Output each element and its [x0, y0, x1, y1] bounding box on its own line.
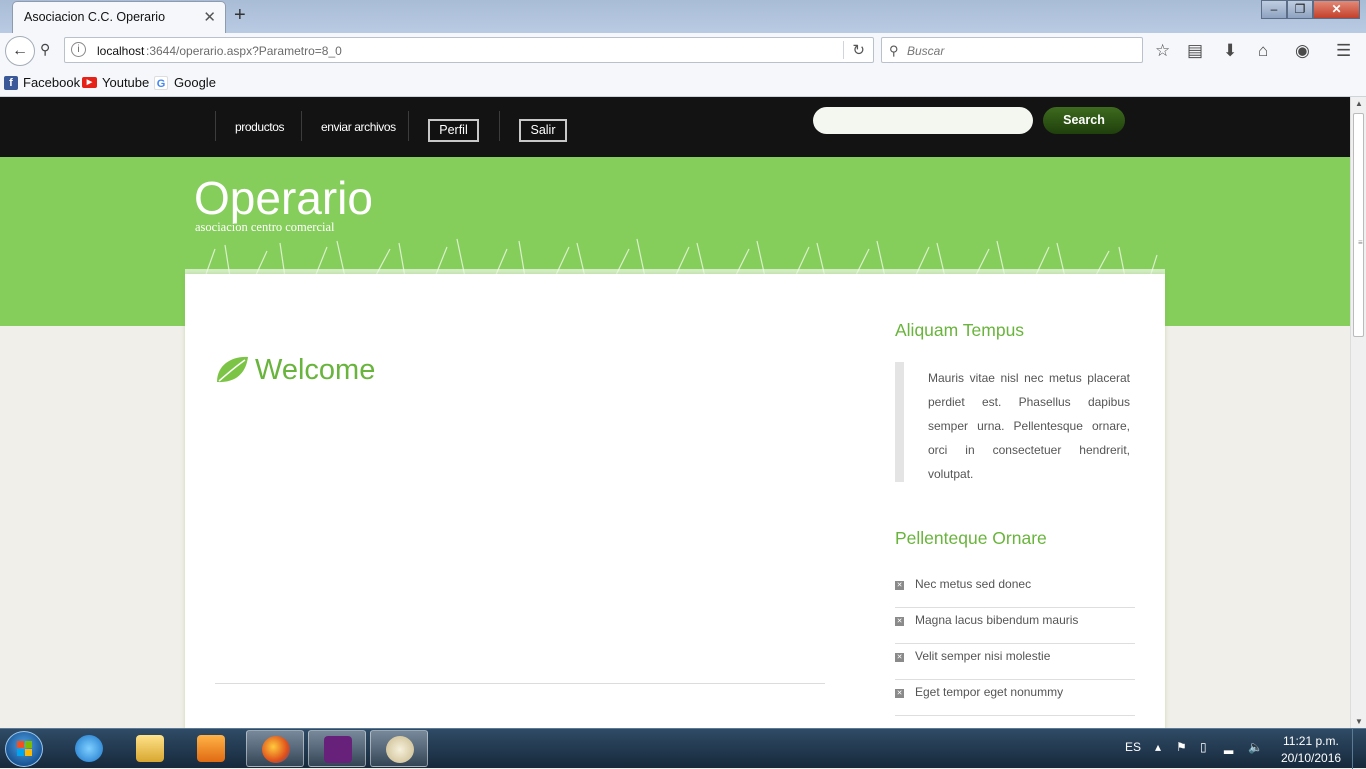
reload-icon[interactable]: ↻: [843, 41, 865, 59]
quote-text: Mauris vitae nisl nec metus placerat per…: [928, 371, 1130, 481]
url-path: :3644/operario.aspx?Parametro=8_0: [146, 44, 342, 58]
clock-date[interactable]: 20/10/2016: [1281, 751, 1341, 765]
bookmark-facebook[interactable]: Facebook: [23, 75, 80, 90]
bullet-icon: ✕: [895, 653, 904, 662]
pocket-icon[interactable]: ◉: [1295, 41, 1310, 61]
page-scrollbar[interactable]: ▲ ≡ ▼: [1350, 97, 1366, 728]
sidebar-item-label: Magna lacus bibendum mauris: [915, 613, 1079, 627]
url-host: localhost: [97, 44, 145, 58]
star-icon[interactable]: ☆: [1155, 41, 1170, 61]
search-placeholder: Buscar: [907, 44, 945, 58]
sidebar-item-label: Velit semper nisi molestie: [915, 649, 1051, 663]
sidebar-item-label: Eget tempor eget nonummy: [915, 685, 1064, 699]
menu-separator: [499, 111, 500, 141]
taskbar-paint[interactable]: [370, 730, 428, 767]
windows-taskbar: ES ▴ ⚑ ▯ ▂ 🔈 11:21 p.m. 20/10/2016: [0, 728, 1366, 769]
volume-icon[interactable]: 🔈: [1248, 740, 1263, 754]
sidebar-item-label: Nec metus sed donec: [915, 577, 1032, 591]
home-icon[interactable]: ⌂: [1258, 41, 1268, 61]
scroll-up-icon[interactable]: ▲: [1355, 99, 1363, 108]
start-button[interactable]: [5, 731, 43, 767]
folder-icon: [136, 735, 164, 762]
window-close-button[interactable]: ✕: [1313, 0, 1360, 19]
perfil-button[interactable]: Perfil: [428, 119, 479, 142]
page-viewport: productos enviar archivos Perfil Salir S…: [0, 97, 1350, 728]
window-maximize-button[interactable]: ❐: [1287, 0, 1313, 19]
language-indicator[interactable]: ES: [1125, 740, 1141, 754]
paint-icon: [386, 736, 414, 763]
site-title: Operario: [194, 172, 373, 224]
site-search-input[interactable]: [813, 107, 1033, 134]
back-arrow-icon[interactable]: ←: [5, 36, 35, 66]
leaf-icon: [217, 356, 248, 383]
taskbar-visual-studio[interactable]: [308, 730, 366, 767]
content-divider: [215, 683, 825, 684]
bullet-icon: ✕: [895, 617, 904, 626]
browser-tab[interactable]: Asociacion C.C. Operario ✕: [12, 1, 226, 33]
menu-separator: [215, 111, 216, 141]
browser-navbar: ← ⚲ i localhost :3644/operario.aspx?Para…: [0, 33, 1366, 68]
url-bar[interactable]: i localhost :3644/operario.aspx?Parametr…: [64, 37, 874, 63]
site-top-menu: productos enviar archivos Perfil Salir S…: [0, 97, 1350, 157]
key-icon[interactable]: ⚲: [40, 41, 50, 58]
sidebar-list-item[interactable]: ✕ Eget tempor eget nonummy: [895, 680, 1135, 716]
grass-decoration: [185, 238, 1165, 277]
media-player-icon: [197, 735, 225, 762]
site-search-button[interactable]: Search: [1043, 107, 1125, 134]
tab-close-icon[interactable]: ✕: [203, 8, 216, 26]
clock-time[interactable]: 11:21 p.m.: [1283, 734, 1339, 748]
visual-studio-icon: [324, 736, 352, 763]
taskbar-media-player[interactable]: [182, 730, 240, 767]
sidebar-title-pellenteque-ornare: Pellenteque Ornare: [895, 528, 1047, 548]
menu-separator: [408, 111, 409, 141]
hamburger-menu-icon[interactable]: ☰: [1336, 41, 1351, 61]
browser-search-input[interactable]: ⚲ Buscar: [881, 37, 1143, 63]
reading-list-icon[interactable]: ▤: [1187, 41, 1203, 61]
salir-button[interactable]: Salir: [519, 119, 567, 142]
sidebar-list-item[interactable]: ✕ Nec metus sed donec: [895, 572, 1135, 608]
scroll-down-icon[interactable]: ▼: [1355, 717, 1363, 726]
search-icon: ⚲: [889, 43, 899, 58]
sidebar-list-item[interactable]: ✕ Velit semper nisi molestie: [895, 644, 1135, 680]
menu-separator: [301, 111, 302, 141]
sidebar-quote: Mauris vitae nisl nec metus placerat per…: [895, 362, 1130, 482]
menu-link-productos[interactable]: productos: [235, 120, 285, 134]
main-content: Welcome Aliquam Tempus Mauris vitae nisl…: [185, 274, 1165, 728]
menu-link-enviar-archivos[interactable]: enviar archivos: [321, 120, 396, 134]
site-subtitle: asociacion centro comercial: [195, 220, 335, 234]
info-icon[interactable]: i: [71, 42, 86, 57]
bullet-icon: ✕: [895, 689, 904, 698]
tab-title: Asociacion C.C. Operario: [24, 10, 166, 24]
device-icon[interactable]: ▯: [1200, 740, 1207, 754]
taskbar-firefox[interactable]: [246, 730, 304, 767]
bookmark-youtube[interactable]: Youtube: [102, 75, 149, 90]
taskbar-internet-explorer[interactable]: [60, 730, 118, 767]
action-center-icon[interactable]: ⚑: [1176, 740, 1187, 754]
internet-explorer-icon: [75, 735, 103, 762]
welcome-heading: Welcome: [255, 354, 376, 386]
show-desktop-button[interactable]: [1352, 729, 1366, 769]
scroll-thumb[interactable]: ≡: [1353, 113, 1364, 337]
window-minimize-button[interactable]: –: [1261, 0, 1287, 19]
bullet-icon: ✕: [895, 581, 904, 590]
new-tab-icon[interactable]: +: [234, 4, 246, 27]
browser-titlebar: Asociacion C.C. Operario ✕ + – ❐ ✕: [0, 0, 1366, 33]
windows-logo-icon: [17, 741, 32, 756]
tray-expand-icon[interactable]: ▴: [1155, 740, 1161, 754]
bookmark-google[interactable]: Google: [174, 75, 216, 90]
bookmarks-bar: f Facebook ▶ Youtube G Google: [0, 68, 1366, 97]
facebook-icon: f: [4, 76, 18, 90]
firefox-icon: [262, 736, 290, 763]
network-icon[interactable]: ▂: [1224, 740, 1233, 754]
youtube-icon: ▶: [82, 77, 97, 88]
download-icon[interactable]: ⬇: [1223, 41, 1237, 61]
taskbar-file-explorer[interactable]: [121, 730, 179, 767]
sidebar-list-item[interactable]: ✕ Magna lacus bibendum mauris: [895, 608, 1135, 644]
grip-icon: ≡: [1358, 238, 1363, 247]
google-icon: G: [154, 76, 168, 90]
sidebar-title-aliquam-tempus: Aliquam Tempus: [895, 320, 1025, 340]
